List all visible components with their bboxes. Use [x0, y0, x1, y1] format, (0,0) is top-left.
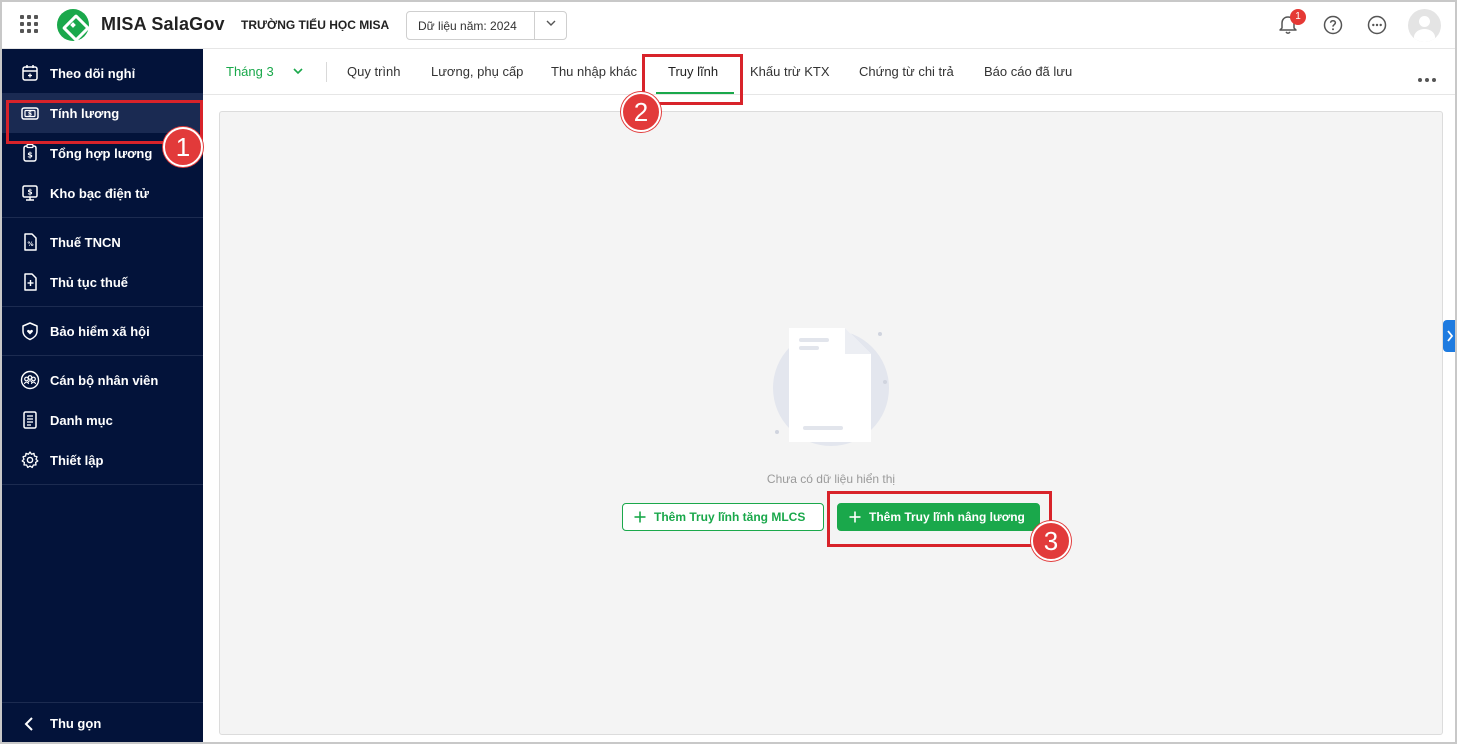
- notification-badge: 1: [1290, 9, 1306, 25]
- sidebar-item-label: Tổng hợp lương: [50, 145, 153, 161]
- empty-document-icon: [773, 328, 889, 446]
- chevron-down-icon[interactable]: [292, 65, 304, 77]
- sidebar-item-thiet-lap[interactable]: Thiết lập: [2, 440, 203, 480]
- tax-procedure-icon: [24, 273, 37, 291]
- payroll-summary-icon: $: [23, 143, 37, 162]
- list-icon: [23, 411, 37, 429]
- sidebar-item-label: Danh mục: [50, 412, 113, 428]
- month-select[interactable]: Tháng 3: [226, 64, 274, 79]
- year-select[interactable]: Dữ liệu năm: 2024: [406, 11, 567, 40]
- people-icon: [20, 370, 40, 390]
- tax-document-icon: %: [24, 233, 37, 251]
- sidebar-group-tax: % Thuế TNCN Thủ tục thuế: [2, 218, 203, 307]
- collapse-label: Thu gọn: [50, 716, 102, 731]
- logo-icon: [57, 9, 89, 41]
- sidebar-group-settings: Cán bộ nhân viên Danh mục Thiết lập: [2, 356, 203, 485]
- year-select-value: Dữ liệu năm: 2024: [418, 19, 517, 33]
- avatar[interactable]: [1408, 9, 1441, 42]
- top-header: MISA SalaGov TRƯỜNG TIỂU HỌC MISA Dữ liệ…: [2, 2, 1455, 49]
- more-tabs-icon[interactable]: [1418, 69, 1440, 82]
- highlight-box-truy-linh: [642, 54, 743, 105]
- empty-state-text: Chưa có dữ liệu hiển thị: [766, 472, 896, 486]
- plus-icon: [634, 511, 646, 523]
- gear-icon: [21, 451, 39, 469]
- chevron-left-icon: [24, 716, 33, 731]
- sidebar-item-label: Thuế TNCN: [50, 234, 121, 250]
- sidebar-item-can-bo-nhan-vien[interactable]: Cán bộ nhân viên: [2, 360, 203, 400]
- step-marker-3: 3: [1031, 521, 1071, 561]
- tab-divider: [326, 62, 327, 82]
- treasury-icon: $: [22, 185, 38, 201]
- tab-quy-trinh[interactable]: Quy trình: [347, 64, 400, 79]
- expand-panel-button[interactable]: [1443, 320, 1455, 352]
- collapse-sidebar-button[interactable]: Thu gọn: [2, 702, 203, 742]
- tab-thu-nhap-khac[interactable]: Thu nhập khác: [551, 64, 637, 79]
- svg-text:%: %: [27, 241, 33, 248]
- highlight-box-add-button: [827, 491, 1052, 547]
- org-name: TRƯỜNG TIỂU HỌC MISA: [241, 18, 390, 32]
- sidebar-item-label: Cán bộ nhân viên: [50, 372, 159, 388]
- app-window: MISA SalaGov TRƯỜNG TIỂU HỌC MISA Dữ liệ…: [0, 0, 1457, 744]
- sidebar-item-label: Bảo hiểm xã hội: [50, 323, 150, 339]
- sidebar-item-thue-tncn[interactable]: % Thuế TNCN: [2, 222, 203, 262]
- tab-luong-phu-cap[interactable]: Lương, phụ cấp: [431, 64, 523, 79]
- svg-text:$: $: [27, 188, 32, 197]
- step-marker-1: 1: [163, 127, 203, 167]
- help-icon[interactable]: [1322, 14, 1344, 36]
- sidebar-item-danh-muc[interactable]: Danh mục: [2, 400, 203, 440]
- shield-heart-icon: [22, 322, 38, 341]
- more-options-icon[interactable]: [1366, 14, 1388, 36]
- apps-grid-icon[interactable]: [20, 15, 38, 33]
- sidebar-item-thu-tuc-thue[interactable]: Thủ tục thuế: [2, 262, 203, 302]
- tab-khau-tru-ktx[interactable]: Khấu trừ KTX: [750, 64, 830, 79]
- button-label: Thêm Truy lĩnh tăng MLCS: [654, 510, 806, 524]
- svg-text:$: $: [27, 151, 33, 160]
- sidebar-item-theo-doi-nghi[interactable]: Theo dõi nghỉ: [2, 53, 203, 93]
- step-marker-2: 2: [621, 92, 661, 132]
- tab-chung-tu-chi-tra[interactable]: Chứng từ chi trả: [859, 64, 954, 79]
- sidebar-item-label: Thủ tục thuế: [50, 274, 128, 290]
- year-select-divider: [534, 12, 535, 39]
- sidebar-item-label: Theo dõi nghỉ: [50, 65, 136, 81]
- add-truy-linh-mlcs-button[interactable]: Thêm Truy lĩnh tăng MLCS: [622, 503, 824, 531]
- empty-state-panel: Chưa có dữ liệu hiển thị Thêm Truy lĩnh …: [219, 111, 1443, 735]
- chevron-right-icon: [1447, 330, 1454, 342]
- sidebar-group-insurance: Bảo hiểm xã hội: [2, 307, 203, 356]
- tab-bao-cao-da-luu[interactable]: Báo cáo đã lưu: [984, 64, 1072, 79]
- tab-bar: Tháng 3 Quy trình Lương, phụ cấp Thu nhậ…: [203, 49, 1455, 95]
- calendar-icon: [22, 65, 38, 81]
- sidebar-item-label: Kho bạc điện tử: [50, 185, 149, 201]
- sidebar-item-bao-hiem-xa-hoi[interactable]: Bảo hiểm xã hội: [2, 311, 203, 351]
- chevron-down-icon: [546, 20, 556, 26]
- sidebar-item-label: Thiết lập: [50, 452, 104, 468]
- app-name: MISA SalaGov: [101, 14, 225, 34]
- sidebar-item-kho-bac-dien-tu[interactable]: $ Kho bạc điện tử: [2, 173, 203, 213]
